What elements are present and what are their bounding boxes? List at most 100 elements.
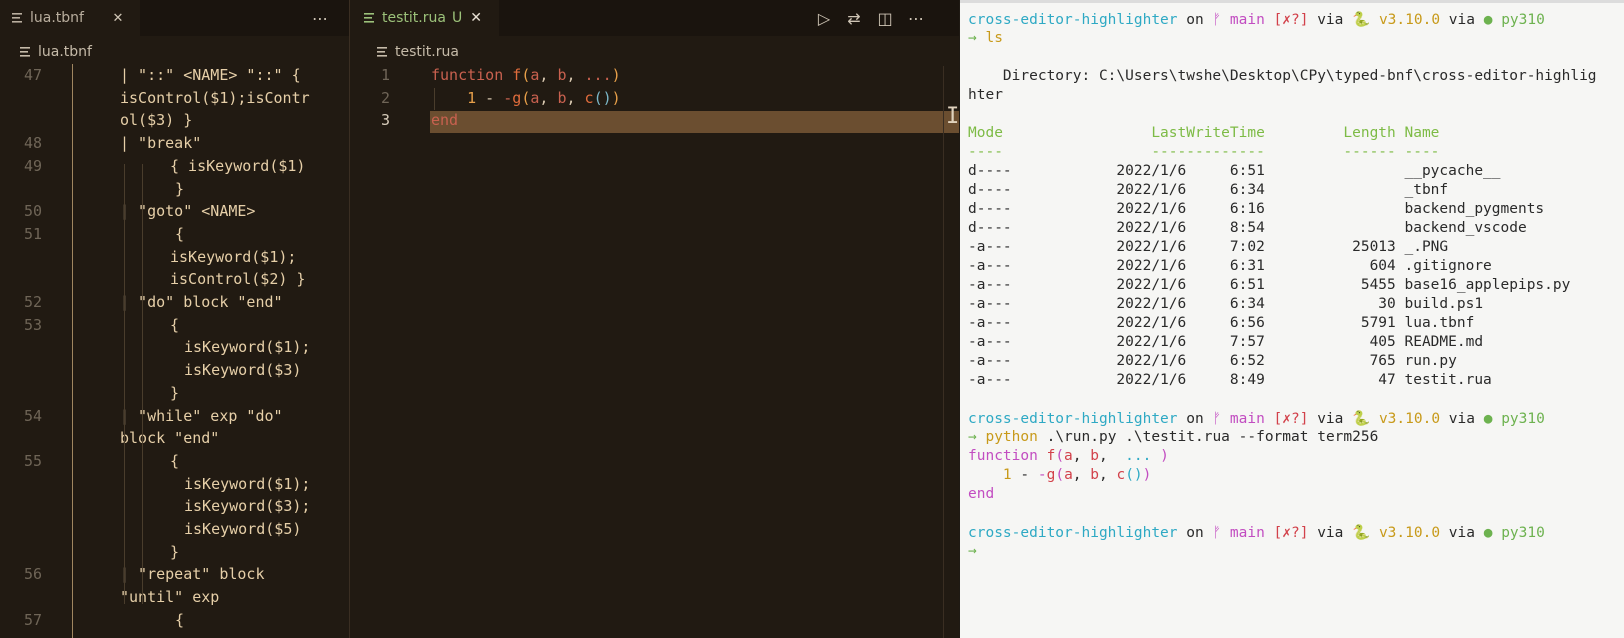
code-token: () [593, 88, 612, 107]
code-line: | "while" exp "do" [120, 406, 283, 425]
terminal-token: via [1317, 12, 1344, 28]
terminal-token: ) [1142, 467, 1152, 483]
tab-testit-rua[interactable]: testit.rua U ✕ [350, 0, 499, 36]
breadcrumb[interactable]: lua.tbnf [20, 40, 92, 64]
indent-guide [72, 64, 73, 638]
terminal-token: main [1229, 525, 1265, 541]
scrollbar[interactable] [943, 66, 959, 638]
terminal-line: -a--- 2022/1/6 6:34 30 build.ps1 [968, 296, 1483, 312]
code-token: - [476, 88, 504, 107]
terminal-token: a [1064, 467, 1073, 483]
terminal-token: v3.10.0 [1378, 12, 1441, 28]
terminal-token: [✗?] [1273, 411, 1309, 427]
terminal-token: function [968, 448, 1047, 464]
code-line: isControl($1);isContr [120, 88, 310, 107]
terminal-token: ... [1116, 448, 1161, 464]
terminal-token: ---- ------------- ------ ---- [968, 144, 1440, 160]
terminal-line: end [968, 486, 994, 502]
code-line: 1 - -g(a, b, c()) [431, 89, 621, 107]
terminal-token: a [1064, 448, 1073, 464]
terminal-line: hter [968, 87, 1003, 103]
line-number: 2 [380, 88, 390, 107]
code-token: 1 [467, 88, 477, 107]
code-token: c [584, 88, 594, 107]
code-line: isKeyword($1); [184, 474, 311, 493]
code-line: { [175, 610, 185, 629]
text-cursor: I [946, 104, 959, 129]
terminal-line: -a--- 2022/1/6 6:51 5455 base16_applepip… [968, 277, 1570, 293]
untracked-badge: U [451, 10, 463, 26]
terminal-token: 🐍 [1352, 411, 1371, 427]
code-line: end [431, 111, 458, 129]
terminal-token: -a--- 2022/1/6 7:57 405 README.md [968, 334, 1484, 350]
middle-editor-pane: testit.rua U ✕ ▷ ⇄ ◫ ⋯ testit.rua I 1 fun… [350, 0, 959, 638]
code-token: , [566, 66, 585, 84]
terminal-token: python [985, 429, 1038, 445]
more-actions-icon[interactable]: ⋯ [906, 8, 926, 28]
terminal-line: Mode LastWriteTime Length Name [968, 125, 1439, 141]
terminal-line: → ls [968, 30, 1003, 46]
code-token: ) [611, 88, 621, 107]
terminal-token: [✗?] [1273, 12, 1309, 28]
terminal-token: via [1448, 12, 1475, 28]
code-token: , [539, 88, 558, 107]
terminal-token: py310 [1501, 525, 1545, 541]
terminal-token: cross-editor-highlighter [968, 411, 1178, 427]
code-line: | "::" <NAME> "::" { [120, 66, 301, 84]
terminal-token: -a--- 2022/1/6 6:51 5455 base16_applepip… [968, 277, 1571, 293]
terminal-line: cross-editor-highlighter on ᚠ main [✗?] … [968, 524, 1545, 541]
more-actions-icon[interactable]: ⋯ [310, 8, 330, 28]
code-line: | "break" [120, 134, 202, 153]
line-number: 47 [23, 66, 42, 84]
terminal-token: py310 [1501, 411, 1545, 427]
terminal-token: -a--- 2022/1/6 7:02 25013 _.PNG [968, 239, 1449, 255]
tab-label: testit.rua [382, 10, 446, 26]
terminal-token: 🐍 [1352, 525, 1371, 541]
code-token: ... [584, 66, 612, 84]
terminal-pane[interactable]: cross-editor-highlighter on ᚠ main [✗?] … [960, 0, 1624, 638]
split-editor-icon[interactable]: ◫ [875, 8, 895, 28]
terminal-token: 🐍 [1352, 12, 1371, 28]
terminal-line: -a--- 2022/1/6 7:02 25013 _.PNG [968, 239, 1448, 255]
code-area[interactable]: 1 function f(a, b, ...) 2 1 - -g(a, b, c()… [350, 64, 940, 638]
terminal-token: via [1448, 525, 1475, 541]
terminal-token: [✗?] [1273, 525, 1309, 541]
terminal-line: cross-editor-highlighter on ᚠ main [✗?] … [968, 410, 1545, 427]
terminal-token: d---- 2022/1/6 6:34 _tbnf [968, 182, 1449, 198]
terminal-token: ᚠ [1212, 12, 1222, 28]
compare-changes-icon[interactable]: ⇄ [844, 8, 864, 28]
left-tab-bar: lua.tbnf ✕ ⋯ [0, 0, 349, 36]
run-icon[interactable]: ▷ [814, 8, 834, 28]
terminal-token: via [1448, 411, 1475, 427]
terminal-token: -a--- 2022/1/6 8:49 47 testit.rua [968, 372, 1492, 388]
code-area[interactable]: 47 | "::" <NAME> "::" {isControl($1);isCo… [0, 64, 349, 638]
line-number: 54 [23, 406, 42, 425]
line-number: 55 [23, 451, 42, 470]
close-icon[interactable]: ✕ [470, 10, 482, 26]
code-line: | "do" block "end" [120, 293, 283, 311]
terminal-token: - [1011, 467, 1038, 483]
terminal-token: d---- 2022/1/6 6:51 __pycache__ [968, 163, 1501, 179]
breadcrumb-label: lua.tbnf [38, 44, 92, 60]
close-icon[interactable]: ✕ [108, 8, 128, 28]
code-token: f [512, 66, 522, 84]
terminal-line: -a--- 2022/1/6 6:52 765 run.py [968, 353, 1457, 369]
code-line: { [175, 224, 185, 243]
code-token: function [431, 66, 513, 84]
terminal-token: b [1090, 467, 1099, 483]
terminal-token: → [968, 543, 977, 559]
line-number: 51 [23, 224, 42, 243]
terminal-token: Directory: C:\Users\twshe\Desktop\CPy\ty… [968, 68, 1597, 84]
breadcrumb[interactable]: testit.rua [377, 40, 459, 64]
terminal-line: 1 - -g(a, b, c()) [968, 467, 1152, 483]
terminal-token: v3.10.0 [1378, 411, 1441, 427]
terminal-line: d---- 2022/1/6 8:54 backend_vscode [968, 220, 1527, 236]
terminal-token: b [1090, 448, 1099, 464]
code-line: isKeyword($5) [184, 520, 302, 538]
